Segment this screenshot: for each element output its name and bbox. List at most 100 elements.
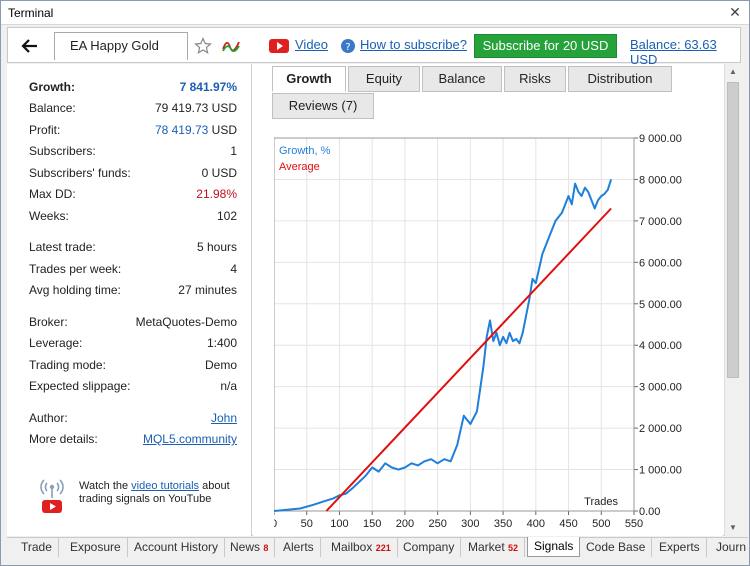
back-arrow-icon[interactable] (14, 34, 46, 58)
scroll-down-arrow-icon[interactable]: ▼ (725, 520, 741, 536)
tab-label: Exposure (70, 540, 121, 554)
x-tick-label: 50 (301, 518, 313, 530)
y-tick-label: 9 000.00 (639, 133, 682, 145)
stat-max-dd: Max DD: 21.98% (29, 187, 237, 205)
stat-value: 27 minutes (178, 283, 237, 297)
news-count-badge: 8 (263, 543, 269, 553)
growth-chart: 0 50 100 150 200 250 300 350 400 450 500 5500.00 1 0… (271, 121, 722, 536)
tab-label: Trade (21, 540, 52, 554)
tab-label: Company (403, 540, 455, 554)
stat-value: MetaQuotes-Demo (135, 315, 237, 329)
tab-growth[interactable]: Growth (272, 66, 346, 92)
more-details-link[interactable]: MQL5.community (143, 432, 237, 446)
tab-experts[interactable]: Experts (653, 538, 707, 557)
tab-label: Experts (659, 540, 700, 554)
tab-news[interactable]: News 8 (224, 538, 276, 557)
tab-code-base[interactable]: Code Base (580, 538, 653, 557)
stat-label: Avg holding time: (29, 283, 121, 297)
x-tick-label: 250 (428, 518, 446, 530)
tab-label: Signals (534, 539, 574, 553)
tab-alerts[interactable]: Alerts (277, 538, 321, 557)
x-axis-label: Trades (584, 496, 618, 508)
stat-value: 78 419.73 USD (154, 123, 237, 137)
stat-subscribers: Subscribers: 1 (29, 144, 237, 162)
stat-more-details: More details: MQL5.community (29, 432, 237, 450)
stat-value: 21.98% (196, 187, 237, 201)
title-bar: Terminal ✕ (1, 1, 749, 25)
tab-distribution[interactable]: Distribution (568, 66, 672, 92)
x-tick-label: 200 (396, 518, 414, 530)
tab-balance[interactable]: Balance (422, 66, 502, 92)
tab-label: Code Base (586, 540, 646, 554)
stat-trading-mode: Trading mode: Demo (29, 358, 237, 376)
stat-broker: Broker: MetaQuotes-Demo (29, 315, 237, 333)
vertical-scrollbar[interactable]: ▲ ▼ (724, 64, 741, 536)
chart-wave-icon[interactable] (221, 37, 241, 55)
tab-market[interactable]: Market 52 (462, 538, 526, 557)
stat-label: Growth: (29, 80, 75, 94)
legend-entry: Average (279, 161, 320, 173)
y-tick-label: 5 000.00 (639, 299, 682, 311)
stat-value: n/a (220, 379, 237, 393)
y-tick-label: 3 000.00 (639, 382, 682, 394)
stat-label: Profit: (29, 123, 61, 137)
close-icon[interactable]: ✕ (727, 4, 743, 20)
tab-journal[interactable]: Journ (710, 538, 750, 557)
stat-value: 1 (230, 144, 237, 158)
legend-entry: Growth, % (279, 145, 331, 157)
stat-latest-trade: Latest trade: 5 hours (29, 240, 237, 258)
scrollbar-thumb[interactable] (727, 82, 739, 378)
terminal-tabs: Trade Exposure Account History News 8 Al… (7, 537, 748, 557)
stat-label: Balance: (29, 101, 76, 115)
broadcast-icon (40, 479, 64, 513)
tab-risks[interactable]: Risks (504, 66, 566, 92)
stat-trades-per-week: Trades per week: 4 (29, 262, 237, 280)
star-icon[interactable] (194, 37, 212, 55)
how-to-subscribe-link[interactable]: How to subscribe? (360, 37, 467, 52)
stat-label: Trades per week: (29, 262, 122, 276)
stat-label: Author: (29, 411, 68, 425)
stat-value: 102 (216, 209, 237, 223)
stat-avg-holding-time: Avg holding time: 27 minutes (29, 283, 237, 301)
tab-account-history[interactable]: Account History (128, 538, 226, 557)
stat-expected-slippage: Expected slippage: n/a (29, 379, 237, 397)
signal-toolbar: EA Happy Gold Video ? How to subscribe? … (7, 27, 741, 67)
balance-link[interactable]: Balance: 63.63 USD (630, 37, 740, 67)
stat-balance: Balance: 79 419.73 USD (29, 101, 237, 119)
tab-company[interactable]: Company (397, 538, 462, 557)
x-tick-label: 100 (330, 518, 348, 530)
tab-equity[interactable]: Equity (348, 66, 420, 92)
author-link[interactable]: John (211, 411, 237, 425)
tutorial-text: Watch the video tutorials about trading … (79, 480, 249, 506)
stat-subscribers-funds: Subscribers' funds: 0 USD (29, 166, 237, 184)
tab-trade[interactable]: Trade (15, 538, 59, 557)
stat-label: Weeks: (29, 209, 69, 223)
tab-exposure[interactable]: Exposure (64, 538, 128, 557)
tab-label: Journ (716, 540, 747, 554)
window-title: Terminal (8, 6, 54, 20)
market-count-badge: 52 (508, 543, 519, 553)
tab-label: Alerts (283, 540, 314, 554)
signal-name-tab[interactable]: EA Happy Gold (54, 32, 188, 60)
video-link[interactable]: Video (295, 37, 328, 52)
x-tick-label: 300 (461, 518, 479, 530)
tab-reviews[interactable]: Reviews (7) (272, 93, 374, 119)
stat-label: Subscribers: (29, 144, 96, 158)
tab-label: Mailbox (331, 540, 373, 554)
video-tutorials-link[interactable]: video tutorials (131, 480, 199, 492)
help-icon: ? (341, 39, 355, 53)
scroll-up-arrow-icon[interactable]: ▲ (725, 64, 741, 80)
youtube-icon[interactable] (269, 39, 289, 53)
svg-text:?: ? (345, 42, 350, 53)
stat-value: 79 419.73 USD (154, 101, 237, 115)
video-tutorials-promo: Watch the video tutorials about trading … (39, 472, 249, 516)
tab-mailbox[interactable]: Mailbox 221 (325, 538, 398, 557)
y-tick-label: 4 000.00 (639, 340, 682, 352)
subscribe-button[interactable]: Subscribe for 20 USD (474, 34, 617, 58)
tab-signals[interactable]: Signals (527, 537, 581, 557)
stat-label: Latest trade: (29, 240, 96, 254)
stat-label: Trading mode: (29, 358, 106, 372)
stats-panel: Growth: 7 841.97% Balance: 79 419.73 USD… (7, 64, 252, 536)
stat-author: Author: John (29, 411, 237, 429)
x-tick-label: 400 (527, 518, 545, 530)
